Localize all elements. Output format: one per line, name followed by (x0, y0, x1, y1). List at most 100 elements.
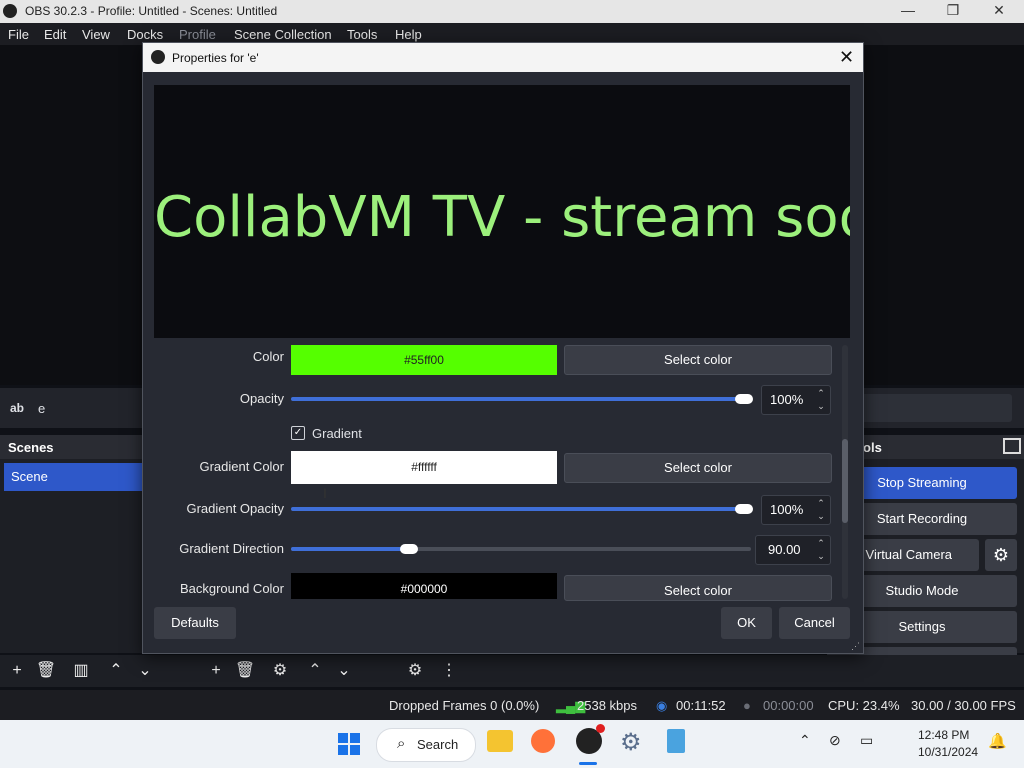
start-windows-icon[interactable] (338, 733, 360, 755)
scenes-dock: Scenes Scene (0, 435, 145, 653)
menu-file[interactable]: File (8, 27, 29, 42)
tray-chevron-up-icon[interactable]: ⌃ (799, 732, 811, 749)
source-preview: CollabVM TV - stream soon (154, 85, 850, 338)
bitrate: 2538 kbps (577, 698, 637, 713)
gradient-opacity-spinbox[interactable]: 100% ⌃ ⌄ (761, 495, 831, 525)
scenes-dock-title: Scenes (0, 435, 145, 459)
fps: 30.00 / 30.00 FPS (911, 698, 1016, 713)
obs-recording-badge-icon (596, 724, 605, 733)
display-icon[interactable]: ▭ (860, 732, 873, 749)
stream-time: 00:11:52 (676, 698, 726, 713)
obs-logo-icon (3, 4, 17, 18)
gradient-direction-value: 90.00 (768, 542, 801, 557)
menu-edit[interactable]: Edit (44, 27, 66, 42)
selected-source-name: e (38, 401, 46, 416)
move-scene-up-icon[interactable]: ⌃ (105, 660, 127, 682)
active-app-indicator (579, 762, 597, 765)
gradient-direction-down-icon[interactable]: ⌄ (815, 550, 827, 562)
opacity-down-icon[interactable]: ⌄ (815, 400, 827, 412)
file-explorer-icon[interactable] (487, 730, 513, 752)
background-color-swatch: #000000 (291, 573, 557, 599)
source-properties-gear-icon[interactable]: ⚙ (269, 660, 291, 682)
firefox-icon[interactable] (531, 729, 555, 753)
resize-grip-icon[interactable]: ⋰ (851, 641, 860, 652)
color-select-button[interactable]: Select color (564, 345, 832, 375)
scene-list-item[interactable]: Scene (4, 463, 145, 491)
close-window-button[interactable]: ✕ (984, 2, 1014, 20)
record-time: 00:00:00 (763, 698, 814, 713)
opacity-slider[interactable] (291, 397, 751, 401)
dropped-frames: Dropped Frames 0 (0.0%) (389, 698, 540, 713)
window-titlebar: OBS 30.2.3 - Profile: Untitled - Scenes:… (0, 0, 1024, 23)
gradient-direction-slider-handle[interactable] (400, 544, 418, 554)
window-title: OBS 30.2.3 - Profile: Untitled - Scenes:… (25, 4, 278, 18)
gradient-color-swatch: #ffffff (291, 451, 557, 484)
network-disconnected-icon[interactable]: ⊘ (829, 732, 841, 749)
gradient-opacity-slider[interactable] (291, 507, 751, 511)
gradient-opacity-slider-handle[interactable] (735, 504, 753, 514)
gradient-direction-label: Gradient Direction (179, 541, 284, 556)
source-filter-field[interactable] (860, 394, 1012, 422)
opacity-slider-handle[interactable] (735, 394, 753, 404)
notification-bell-icon[interactable]: 🔔 (988, 732, 1007, 750)
obs-logo-icon (151, 50, 165, 64)
dialog-titlebar: Properties for 'e' ✕ (143, 43, 863, 72)
menu-view[interactable]: View (82, 27, 110, 42)
remove-scene-trash-icon[interactable]: 🗑 (35, 660, 57, 682)
minimize-button[interactable]: — (893, 2, 923, 20)
move-source-up-icon[interactable]: ⌃ (304, 660, 326, 682)
move-source-down-icon[interactable]: ⌄ (333, 660, 355, 682)
menu-docks[interactable]: Docks (127, 27, 163, 42)
notepad-icon[interactable] (667, 729, 685, 753)
gradient-direction-slider-fill (291, 547, 407, 551)
scene-filters-icon[interactable]: ▥ (70, 660, 92, 682)
scenes-title: Scenes (8, 440, 54, 455)
gradient-direction-up-icon[interactable]: ⌃ (815, 537, 827, 549)
background-color-label: Background Color (179, 581, 284, 596)
cpu-usage: CPU: 23.4% (828, 698, 900, 713)
opacity-label: Opacity (239, 391, 284, 406)
gradient-opacity-up-icon[interactable]: ⌃ (815, 497, 827, 509)
opacity-spinbox[interactable]: 100% ⌃ ⌄ (761, 385, 831, 415)
undock-icon[interactable] (1003, 438, 1021, 454)
gradient-opacity-label: Gradient Opacity (186, 501, 284, 516)
add-source-plus-icon[interactable]: + (205, 660, 227, 682)
properties-scrollbar-thumb[interactable] (842, 439, 848, 523)
taskbar-date[interactable]: 10/31/2024 (918, 745, 978, 759)
audio-mixer-menu-icon[interactable]: ⋮ (438, 660, 460, 682)
cancel-button[interactable]: Cancel (779, 607, 850, 639)
audio-mixer-settings-icon[interactable]: ⚙ (404, 660, 426, 682)
gradient-opacity-down-icon[interactable]: ⌄ (815, 510, 827, 522)
properties-dialog: Properties for 'e' ✕ CollabVM TV - strea… (142, 42, 864, 654)
taskbar-search-box[interactable]: ⌕ Search (376, 728, 476, 762)
gradient-color-label: Gradient Color (199, 459, 284, 474)
remove-source-trash-icon[interactable]: 🗑 (234, 660, 256, 682)
gradient-label: Gradient (312, 426, 362, 441)
gradient-opacity-value: 100% (770, 502, 804, 517)
menu-profile[interactable]: Profile (179, 27, 216, 42)
opacity-up-icon[interactable]: ⌃ (815, 387, 827, 399)
opacity-value: 100% (770, 392, 804, 407)
maximize-button[interactable]: ❐ (938, 2, 968, 20)
settings-gear-icon[interactable]: ⚙ (620, 728, 642, 757)
search-icon: ⌕ (397, 735, 406, 752)
gradient-direction-spinbox[interactable]: 90.00 ⌃ ⌄ (755, 535, 831, 565)
menu-help[interactable]: Help (395, 27, 422, 42)
text-cursor-icon: I (323, 485, 327, 501)
taskbar-time[interactable]: 12:48 PM (918, 728, 969, 742)
record-status-icon: ● (743, 698, 751, 713)
gradient-color-select-button[interactable]: Select color (564, 453, 832, 483)
close-dialog-icon[interactable]: ✕ (839, 47, 854, 68)
menu-scene-collection[interactable]: Scene Collection (234, 27, 332, 42)
gradient-checkbox[interactable]: ✓ (291, 426, 305, 440)
status-bar: Dropped Frames 0 (0.0%) ▂▄▆ 2538 kbps ◉ … (0, 690, 1024, 720)
text-source-icon: ab (10, 401, 25, 415)
ok-button[interactable]: OK (721, 607, 772, 639)
move-scene-down-icon[interactable]: ⌄ (134, 660, 156, 682)
add-scene-plus-icon[interactable]: + (6, 660, 28, 682)
virtual-camera-settings-gear-icon[interactable]: ⚙ (985, 539, 1017, 571)
color-label: Color (252, 349, 284, 364)
menu-tools[interactable]: Tools (347, 27, 377, 42)
background-color-select-button[interactable]: Select color (564, 575, 832, 601)
defaults-button[interactable]: Defaults (154, 607, 236, 639)
